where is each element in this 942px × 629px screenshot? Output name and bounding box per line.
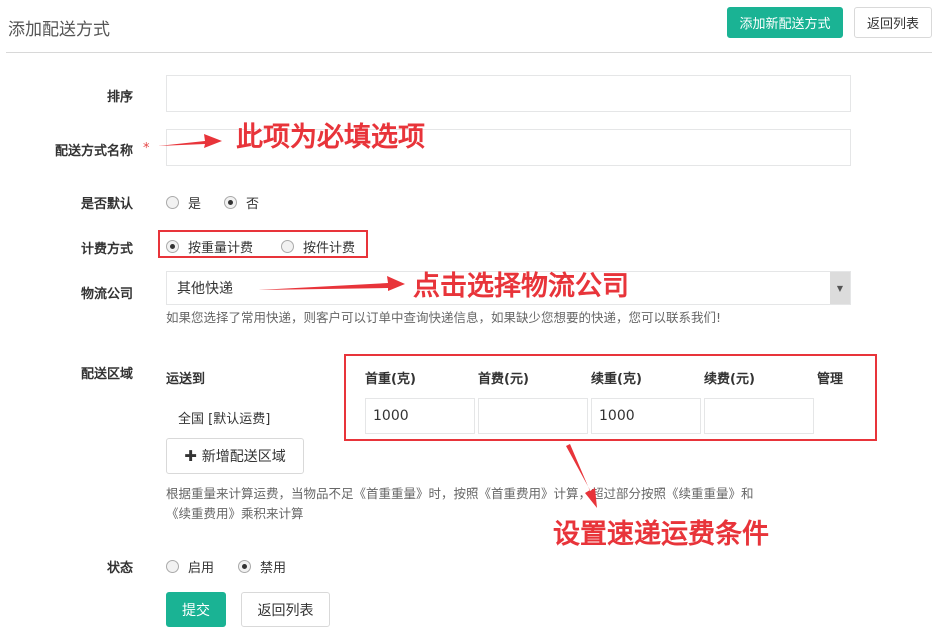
annotation-arrows (158, 134, 597, 508)
arrow-icon (158, 134, 222, 148)
arrow-icon (566, 444, 597, 508)
arrow-icon (258, 276, 405, 291)
